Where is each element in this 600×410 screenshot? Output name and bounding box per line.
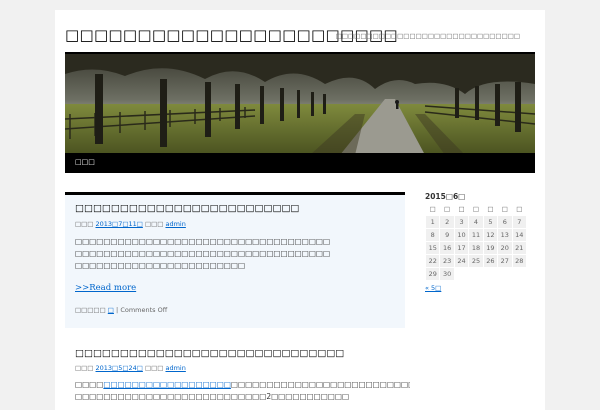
calendar-day: 13: [497, 228, 513, 242]
calendar-empty-cell: [453, 267, 470, 281]
calendar-day: 7: [511, 215, 528, 229]
calendar-day: 10: [453, 228, 470, 242]
calendar-day: 18: [468, 241, 484, 255]
read-more-link[interactable]: >>Read more: [75, 283, 136, 293]
main-navigation: □□□: [65, 153, 535, 173]
header-image: [65, 52, 535, 155]
calendar-day: 16: [439, 241, 455, 255]
meta-by: □□□: [144, 364, 164, 372]
category-label: □□□□□: [75, 306, 106, 314]
calendar-day: 20: [497, 241, 513, 255]
calendar-empty-cell: [497, 267, 513, 281]
post-content: □□□□□□□□□□□□□□□□□□□□□□□□□□□□□□□□□□□□ □□□…: [75, 236, 390, 272]
post-date-link[interactable]: 2013□7□11□: [96, 220, 143, 228]
calendar-day: 22: [424, 254, 441, 268]
calendar-day: 19: [482, 241, 499, 255]
calendar-day: 21: [511, 241, 528, 255]
calendar-weekday: □: [501, 205, 508, 213]
calendar-day: 12: [482, 228, 499, 242]
calendar-weekday: □: [444, 205, 451, 213]
calendar-day: 1: [424, 215, 441, 229]
calendar-empty-cell: [482, 267, 499, 281]
calendar-day: 3: [453, 215, 470, 229]
calendar-day: 24: [453, 254, 470, 268]
content-line: □□□□□□□□□□□□□□□□□□□□□□□□: [75, 261, 246, 270]
calendar-table: □ □ □ □ □ □ □ 1 2 3 4 5 6 7 8 9 10 11 12 13 14 15 16 17 1…: [424, 203, 528, 281]
post-meta: □□□ 2013□5□24□ □□□ admin: [75, 364, 186, 372]
calendar-day: 9: [439, 228, 455, 242]
calendar-day: 26: [482, 254, 499, 268]
content-line: □□□□□□□□□□□□□□□□□□□□□□□□□□□□□□□□□□□□: [75, 249, 331, 258]
post-title[interactable]: □□□□□□□□□□□□□□□□□□□□□□□□□: [75, 203, 299, 214]
calendar-day: 5: [482, 215, 499, 229]
calendar-prev-month-link[interactable]: « 5□: [425, 284, 527, 292]
content-text: □□□□: [75, 380, 104, 389]
calendar-day: 11: [468, 228, 484, 242]
calendar-day: 23: [439, 254, 455, 268]
calendar-week-row: 15 16 17 18 19 20 21: [424, 241, 528, 255]
calendar-caption: 2015□6□: [425, 192, 466, 201]
calendar-day: 28: [511, 254, 528, 268]
post-meta: □□□ 2013□7□11□ □□□ admin: [75, 220, 186, 228]
calendar-day: 25: [468, 254, 484, 268]
post-content: □□□□□□□□□□□□□□□□□□□□□□□□□□□□□□□□□□□□□□□□…: [75, 379, 410, 403]
calendar-weekday: □: [458, 205, 465, 213]
calendar-weekday: □: [429, 205, 436, 213]
category-link[interactable]: □: [108, 306, 114, 314]
post-utility: □□□□□ □ | Comments Off: [75, 306, 167, 314]
page-wrapper: □□□□□□□□□□□□□□□□□□□□□□□ □□□□□□□□□□□□□□□□…: [55, 10, 545, 410]
calendar-day: 6: [497, 215, 513, 229]
post: □□□□□□□□□□□□□□□□□□□□□□□□□ □□□ 2013□7□11□…: [65, 192, 405, 328]
content-line: □□□□□□□□□□□□□□□□□□□□□□□□□□□□□□□□□□□□□□□□…: [75, 379, 410, 391]
calendar-weekday: □: [516, 205, 523, 213]
content-inline-link[interactable]: □□□□□□□□□□□□□□□□□□: [103, 380, 231, 389]
post-author-link[interactable]: admin: [165, 220, 185, 228]
calendar-empty-cell: [511, 267, 528, 281]
calendar-weekday: □: [487, 205, 494, 213]
calendar-day: 17: [453, 241, 470, 255]
calendar-day: 30: [439, 267, 455, 281]
content-text: □□□□□□□□□□□□□□□□□□□□□□□□□□□□□□□□□□□□□□□□…: [230, 380, 410, 389]
calendar-week-row: 1234567: [424, 215, 528, 229]
post-date-link[interactable]: 2013□5□24□: [96, 364, 143, 372]
post-author-link[interactable]: admin: [165, 364, 185, 372]
post-title[interactable]: □□□□□□□□□□□□□□□□□□□□□□□□□□□□□□: [75, 348, 344, 359]
calendar-weekday: □: [472, 205, 480, 213]
calendar-day: 2: [439, 215, 455, 229]
calendar-week-row: 29 30: [424, 267, 528, 281]
calendar-day: 15: [424, 241, 441, 255]
meta-by: □□□: [144, 220, 164, 228]
content-line: □□□□□□□□□□□□□□□□□□□□□□□□□□□2□□□□□□□□□□□: [75, 392, 350, 401]
calendar-body: 1 2 3 4 5 6 7 8 9 10 11 12 13 14 15 16 17 18 19 20 21 22 23 24 2…: [424, 215, 528, 281]
content-line: □□□□□□□□□□□□□□□□□□□□□□□□□□□□□□□□□□□□: [75, 237, 331, 246]
comments-status: Comments Off: [120, 306, 168, 314]
calendar-widget: 2015□6□ □ □ □ □ □ □ □ 1 2 3 4 5 6 7 8 9 10 11 12 13 1…: [424, 192, 528, 292]
separator: |: [116, 306, 119, 314]
meta-prefix: □□□: [75, 220, 94, 228]
calendar-weekday-row: □ □ □ □ □ □ □: [426, 203, 527, 216]
calendar-day: 8: [424, 228, 441, 242]
calendar-week-row: 8 9 10 11 12 13 14: [424, 228, 528, 242]
meta-prefix: □□□: [75, 364, 94, 372]
calendar-day: 27: [497, 254, 513, 268]
calendar-day: 14: [511, 228, 528, 242]
nav-item-home[interactable]: □□□: [75, 158, 95, 166]
calendar-day: 29: [424, 267, 441, 281]
calendar-week-row: 22 23 24 25 26 27 28: [424, 254, 528, 268]
site-description: □□□□□□□□□□□□□□□□□□□□□□□□□□□□□□: [335, 32, 520, 40]
calendar-day: 4: [468, 215, 484, 229]
calendar-empty-cell: [468, 267, 484, 281]
